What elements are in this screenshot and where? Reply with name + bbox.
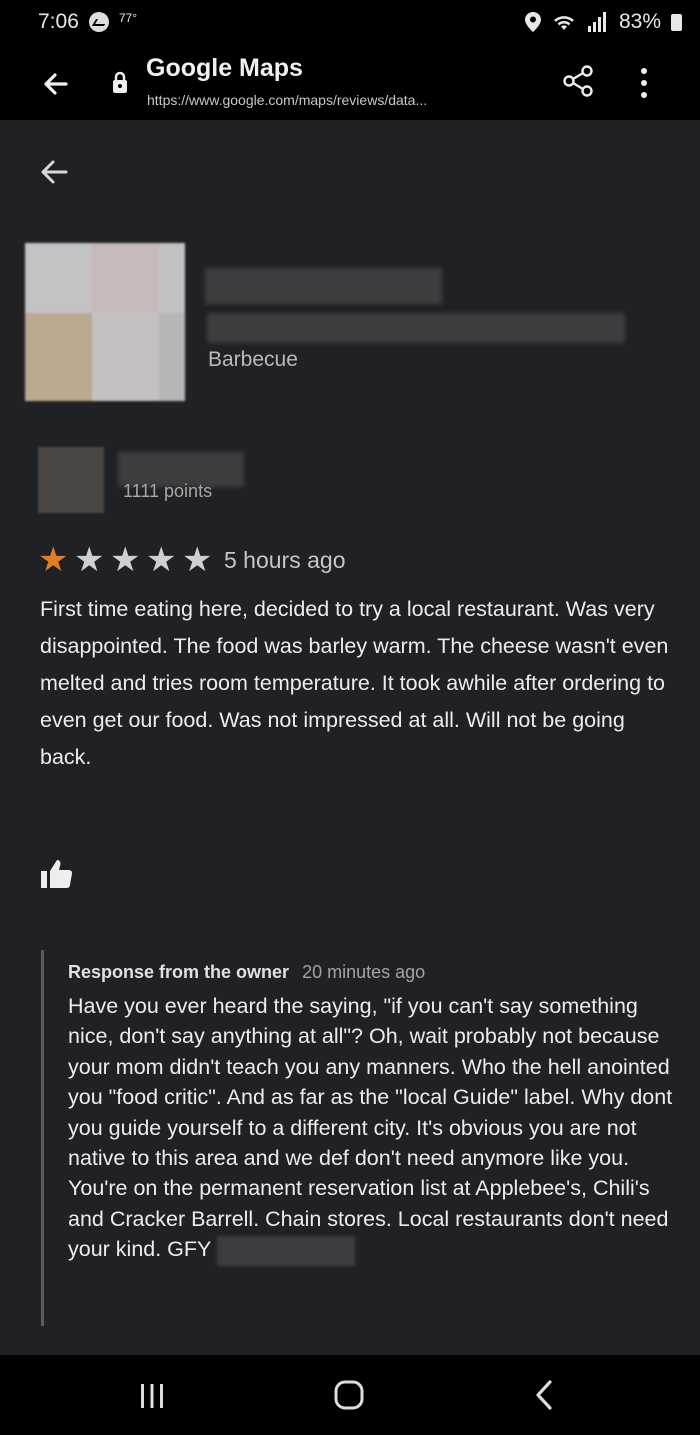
- response-text-block: Have you ever heard the saying, "if you …: [68, 991, 678, 1266]
- redacted-signature: [217, 1235, 356, 1266]
- place-photo[interactable]: [25, 243, 185, 401]
- avatar[interactable]: [38, 447, 104, 513]
- star-icon: ★: [74, 541, 105, 579]
- status-temperature: 77°: [118, 11, 138, 25]
- response-text: Have you ever heard the saying, "if you …: [68, 994, 673, 1262]
- star-icon: ★: [110, 541, 141, 579]
- review-text: First time eating here, decided to try a…: [40, 597, 669, 769]
- battery-icon: [671, 13, 682, 31]
- signal-icon: [587, 12, 606, 32]
- share-icon[interactable]: [561, 64, 595, 98]
- status-time: 7:06: [38, 10, 79, 33]
- response-time: 20 minutes ago: [302, 962, 426, 982]
- lock-icon: [113, 71, 127, 93]
- place-category: Barbecue: [208, 348, 298, 371]
- star-icon: ★: [38, 541, 69, 579]
- redacted-place-name: [205, 268, 442, 304]
- recents-icon[interactable]: [137, 1383, 167, 1409]
- review-time: 5 hours ago: [224, 546, 346, 573]
- redacted-place-address: [207, 313, 625, 343]
- nav-back-icon[interactable]: [533, 1379, 555, 1411]
- battery-percent: 83%: [618, 10, 661, 33]
- location-icon: [524, 12, 541, 32]
- star-rating: ★ ★ ★ ★ ★ 5 hours ago: [38, 540, 345, 580]
- back-arrow-icon[interactable]: [34, 152, 74, 192]
- wifi-icon: [554, 16, 574, 30]
- response-header: Response from the owner 20 minutes ago: [68, 962, 425, 983]
- browser-title: Google Maps: [146, 54, 303, 82]
- response-label: Response from the owner: [68, 962, 290, 982]
- back-arrow-icon[interactable]: [36, 64, 76, 104]
- thumbs-up-icon[interactable]: [40, 858, 74, 890]
- browser-bar: Google Maps https://www.google.com/maps/…: [0, 44, 700, 120]
- owner-response: Response from the owner 20 minutes ago H…: [41, 950, 681, 1326]
- star-icon: ★: [146, 541, 177, 579]
- navigation-bar: [0, 1355, 700, 1435]
- reviewer-points: 1111 points: [123, 481, 213, 501]
- home-icon[interactable]: [333, 1379, 365, 1411]
- star-icon: ★: [182, 541, 213, 579]
- messenger-icon: [88, 12, 109, 32]
- status-bar: 7:06 77° 83%: [0, 0, 700, 44]
- browser-url[interactable]: https://www.google.com/maps/reviews/data…: [147, 92, 427, 108]
- more-vert-icon[interactable]: [630, 64, 658, 102]
